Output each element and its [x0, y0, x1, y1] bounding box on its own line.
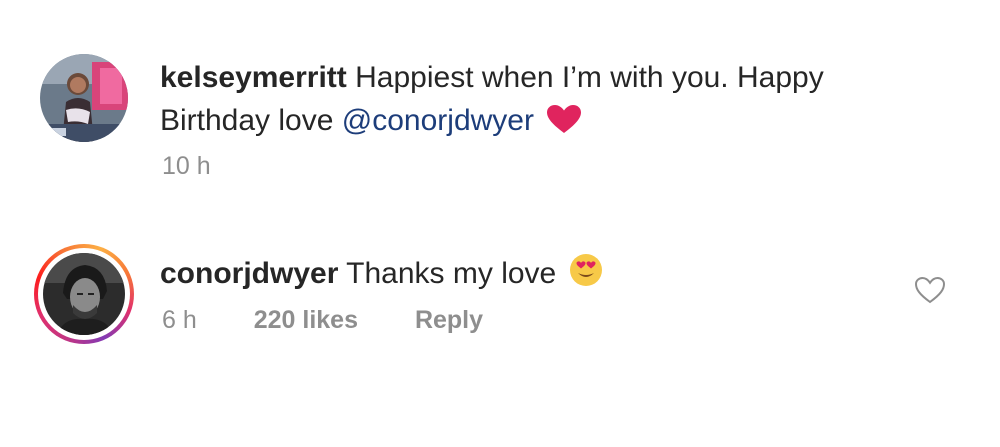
avatar[interactable]	[40, 54, 128, 142]
avatar-photo	[40, 54, 128, 142]
reply-button[interactable]: Reply	[415, 306, 483, 334]
heart-outline-icon[interactable]	[914, 276, 946, 304]
avatar-photo	[43, 253, 125, 335]
comment-text: kelseymerritt Happiest when I’m with you…	[160, 56, 920, 146]
comment-time[interactable]: 6 h	[162, 306, 197, 334]
comment-text: conorjdwyer Thanks my love	[160, 252, 920, 299]
likes-count[interactable]: 220 likes	[254, 306, 358, 334]
comment-username[interactable]: kelseymerritt	[160, 61, 347, 94]
comment-username[interactable]: conorjdwyer	[160, 257, 338, 290]
avatar-with-story-ring[interactable]	[34, 244, 134, 344]
comment-body: Thanks my love	[346, 257, 557, 290]
mention-link[interactable]: @conorjdwyer	[342, 104, 534, 137]
comment-meta: 6 h 220 likes Reply	[162, 306, 533, 335]
comment-time[interactable]: 10 h	[162, 152, 211, 180]
smiling-face-with-heart-eyes-emoji	[569, 253, 603, 299]
heart-emoji	[546, 103, 582, 146]
comment-meta: 10 h	[162, 152, 261, 181]
